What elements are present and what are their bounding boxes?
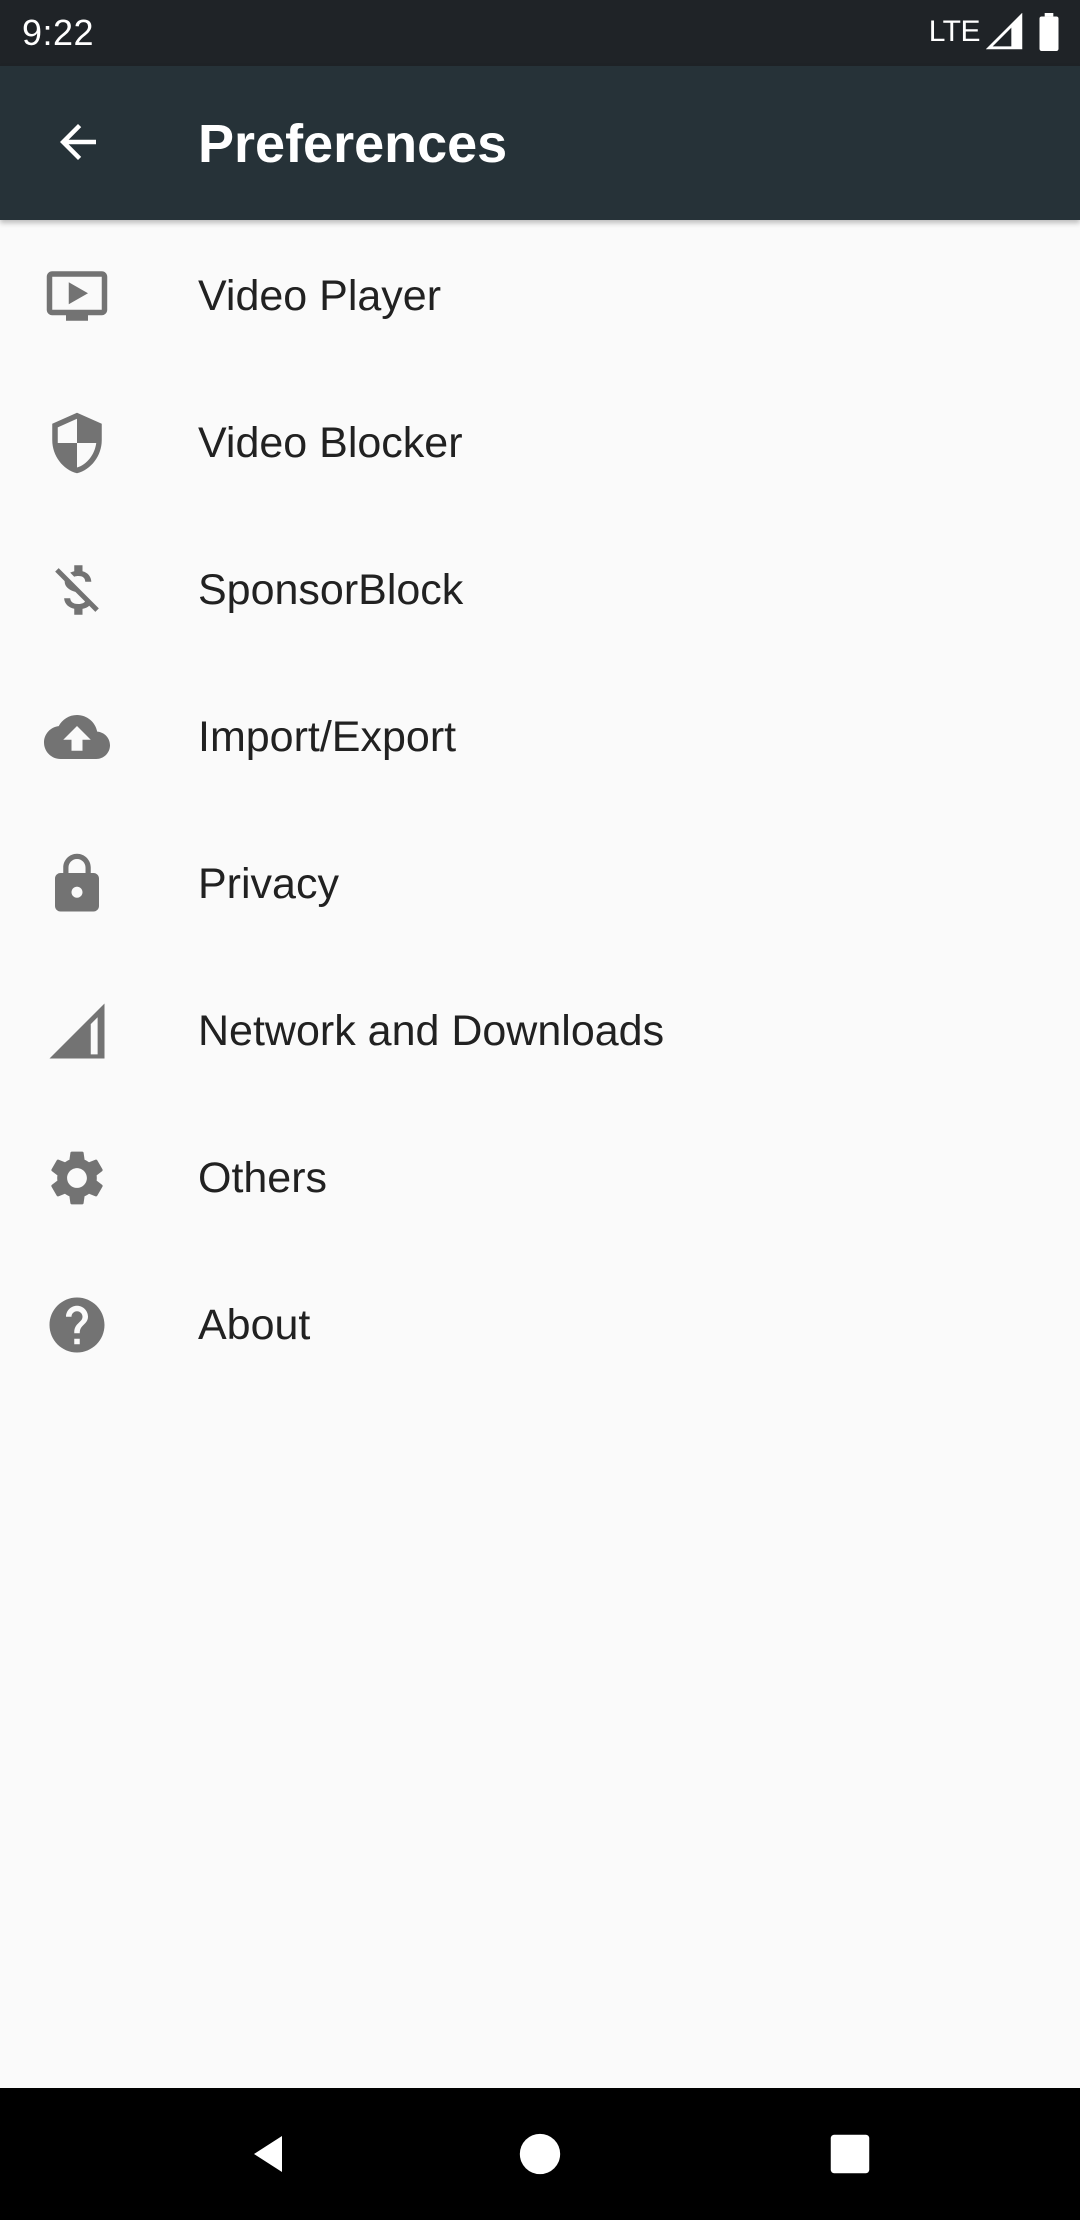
network-type: LTE xyxy=(928,15,981,48)
app-bar: Preferences xyxy=(0,66,1080,220)
pref-label-about: About xyxy=(198,1301,311,1349)
pref-label-privacy: Privacy xyxy=(198,860,339,908)
pref-item-network-downloads[interactable]: Network and Downloads xyxy=(0,955,1080,1102)
nav-home-button[interactable] xyxy=(500,2114,580,2194)
pref-item-privacy[interactable]: Privacy xyxy=(0,808,1080,955)
pref-item-sponsorblock[interactable]: SponsorBlock xyxy=(0,514,1080,661)
pref-item-about[interactable]: About xyxy=(0,1249,1080,1396)
pref-item-video-player[interactable]: Video Player xyxy=(0,220,1080,367)
status-indicators: LTE xyxy=(929,12,1060,52)
gear-icon xyxy=(44,1145,110,1211)
nav-back-icon xyxy=(254,2136,282,2172)
nav-recents-button[interactable] xyxy=(810,2114,890,2194)
pref-label-network-downloads: Network and Downloads xyxy=(198,1007,665,1055)
pref-item-others[interactable]: Others xyxy=(0,1102,1080,1249)
pref-label-video-blocker: Video Blocker xyxy=(198,419,463,467)
page-title: Preferences xyxy=(198,114,508,174)
signal-icon xyxy=(44,998,110,1064)
cloud-upload-icon xyxy=(44,704,110,770)
nav-back-button[interactable] xyxy=(230,2114,310,2194)
nav-bar xyxy=(0,2088,1080,2220)
video-player-icon xyxy=(44,263,110,329)
lock-icon xyxy=(44,851,110,917)
signal-icon xyxy=(986,13,1023,50)
status-time: 9:22 xyxy=(22,12,95,53)
pref-label-import-export: Import/Export xyxy=(198,713,457,761)
pref-label-video-player: Video Player xyxy=(198,272,442,320)
pref-label-others: Others xyxy=(198,1154,328,1202)
nav-home-icon xyxy=(519,2133,561,2175)
status-bar: 9:22 LTE xyxy=(0,0,1080,66)
nav-recents-icon xyxy=(830,2134,870,2174)
back-button[interactable] xyxy=(30,102,126,182)
help-icon xyxy=(44,1292,110,1358)
pref-item-video-blocker[interactable]: Video Blocker xyxy=(0,367,1080,514)
battery-icon xyxy=(1039,13,1059,51)
shield-icon xyxy=(44,410,110,476)
pref-item-import-export[interactable]: Import/Export xyxy=(0,661,1080,808)
pref-label-sponsorblock: SponsorBlock xyxy=(198,566,464,614)
money-off-icon xyxy=(44,557,110,623)
preferences-list: Video Player Video Blocker SponsorBlock … xyxy=(0,220,1080,1396)
arrow-back-icon xyxy=(60,124,96,160)
